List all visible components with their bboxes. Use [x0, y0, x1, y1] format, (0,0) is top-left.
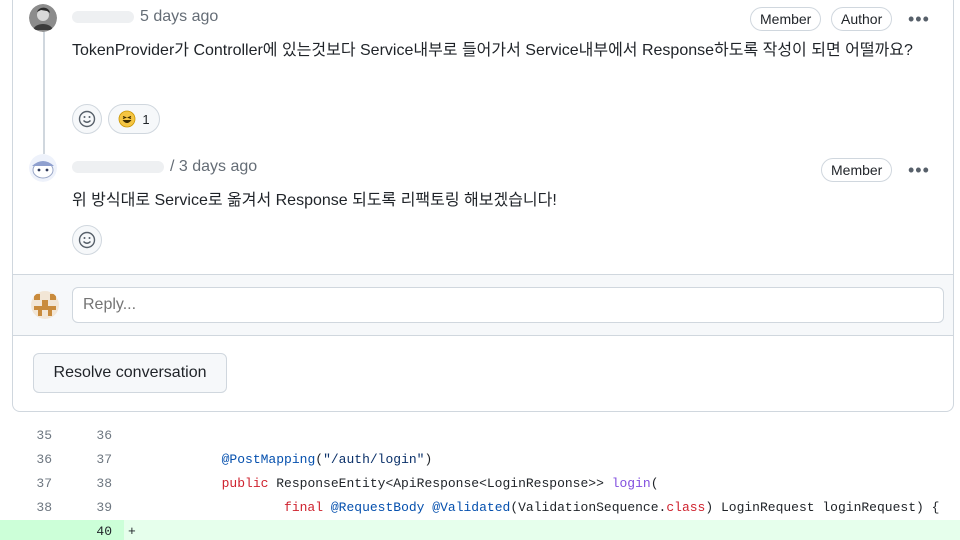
avatar[interactable]	[29, 4, 57, 32]
code-line: @PostMapping("/auth/login")	[128, 448, 433, 472]
code-token: @RequestBody	[330, 500, 425, 515]
code-line: +	[128, 520, 136, 540]
comment-timestamp[interactable]: 5 days ago	[140, 8, 218, 25]
code-token: ) LoginRequest loginRequest) {	[705, 500, 940, 515]
avatar-cartoon-icon	[29, 154, 57, 182]
diff-row: 37 38 public ResponseEntity<ApiResponse<L…	[0, 472, 960, 496]
review-thread: 5 days ago Member Author ••• TokenProvid…	[12, 0, 954, 412]
diff-row: 38 39 final @RequestBody @Validated(Valid…	[0, 496, 960, 520]
resolve-conversation-button[interactable]: Resolve conversation	[33, 353, 227, 393]
old-line-number[interactable]: 38	[12, 496, 52, 520]
code-diff: 35 36 36 37 @PostMapping("/auth/login") 37 38…	[0, 424, 960, 540]
old-line-number[interactable]: 37	[12, 472, 52, 496]
identicon-avatar-icon	[31, 291, 59, 319]
code-token: "/auth/login"	[323, 452, 425, 467]
laugh-emoji-icon	[118, 110, 136, 128]
code-token: (	[650, 476, 659, 491]
member-badge: Member	[750, 7, 822, 31]
code-token: (ValidationSequence.	[510, 500, 667, 515]
reply-input[interactable]	[72, 287, 944, 323]
laugh-reaction-button[interactable]: 1	[108, 104, 160, 134]
comment-meta: / 3 days ago	[72, 158, 257, 176]
code-token: )	[424, 452, 433, 467]
code-token: final	[284, 500, 324, 515]
code-line: public ResponseEntity<ApiResponse<LoginR…	[128, 472, 659, 496]
comment-meta: 5 days ago	[72, 8, 218, 26]
code-token: ResponseEntity<ApiResponse<LoginResponse…	[268, 476, 612, 491]
diff-row: 36 37 @PostMapping("/auth/login")	[0, 448, 960, 472]
comment-options-button[interactable]: •••	[908, 10, 930, 28]
old-line-number[interactable]: 35	[12, 424, 52, 448]
new-line-number[interactable]: 37	[72, 448, 112, 472]
new-line-number[interactable]: 39	[72, 496, 112, 520]
code-token: +	[128, 524, 136, 539]
comment-body: 위 방식대로 Service로 옮겨서 Response 되도록 리팩토링 해보…	[72, 192, 557, 209]
author-name-redacted[interactable]	[72, 160, 164, 173]
new-line-number[interactable]: 40	[72, 520, 112, 540]
reaction-count: 1	[142, 111, 150, 127]
reply-bar	[13, 274, 953, 336]
timeline-connector	[43, 30, 45, 154]
code-token: @Validated	[432, 500, 511, 515]
code-token: login	[611, 476, 651, 491]
old-line-number[interactable]: 36	[12, 448, 52, 472]
code-line: final @RequestBody @Validated(Validation…	[128, 496, 939, 520]
smiley-icon	[78, 110, 96, 128]
author-badge: Author	[831, 7, 893, 31]
comment-options-button[interactable]: •••	[908, 161, 930, 179]
avatar-photo-icon	[29, 4, 57, 32]
smiley-icon	[78, 231, 96, 249]
add-reaction-button[interactable]	[72, 104, 102, 134]
new-line-number[interactable]: 38	[72, 472, 112, 496]
code-token: (	[315, 452, 324, 467]
new-line-number[interactable]: 36	[72, 424, 112, 448]
code-token: @PostMapping	[221, 452, 316, 467]
code-token: public	[221, 476, 269, 491]
member-badge: Member	[821, 158, 893, 182]
avatar[interactable]	[29, 154, 57, 182]
diff-row-added: 40 +	[0, 520, 960, 540]
author-name-redacted[interactable]	[72, 10, 134, 23]
comment-body: TokenProvider가 Controller에 있는것보다 Service…	[72, 42, 913, 59]
add-reaction-button[interactable]	[72, 225, 102, 255]
current-user-avatar	[31, 291, 59, 319]
diff-row: 35 36	[0, 424, 960, 448]
comment-timestamp[interactable]: / 3 days ago	[170, 158, 257, 175]
code-token: class	[666, 500, 706, 515]
